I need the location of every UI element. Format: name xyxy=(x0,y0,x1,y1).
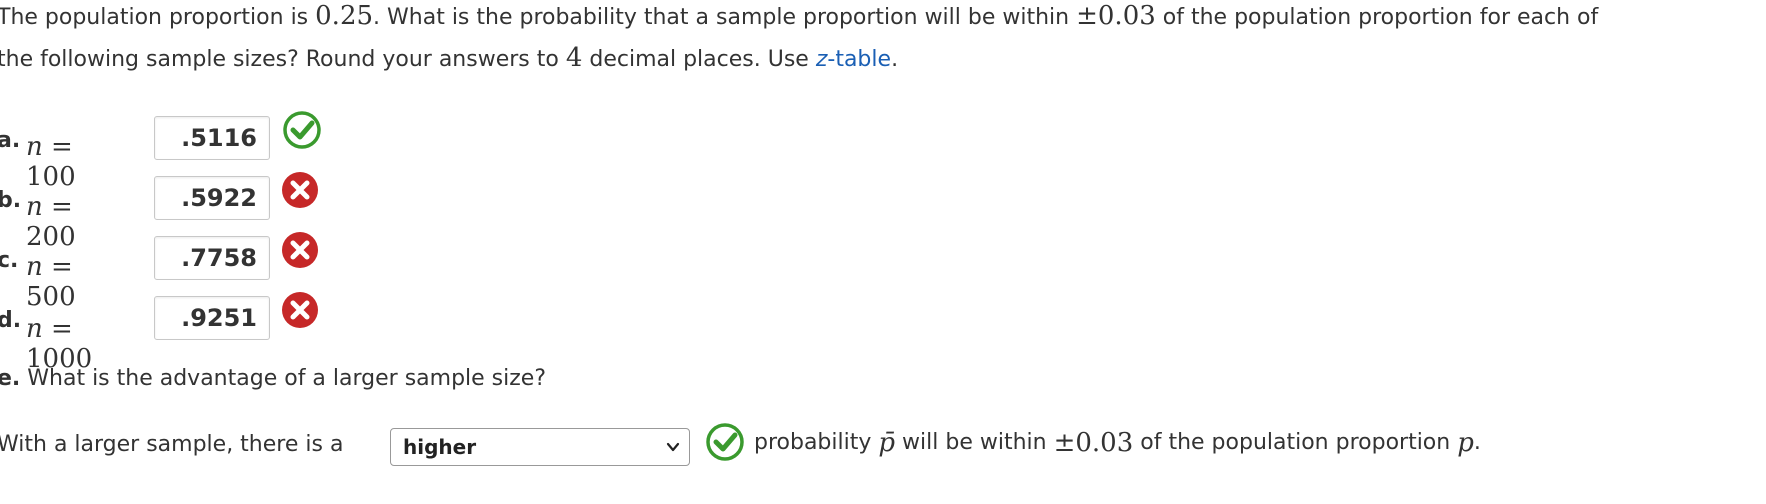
chevron-down-icon xyxy=(666,442,680,452)
sentence-text: With a larger sample, there is a xyxy=(0,432,344,457)
sample-size-equation: n = 100 xyxy=(26,132,76,192)
margin-value: ±0.03 xyxy=(1076,1,1156,31)
question-text: . xyxy=(891,47,899,72)
sample-size-equation: n = 500 xyxy=(26,252,76,312)
decimal-places-value: 4 xyxy=(565,43,583,73)
sample-size-equation: n = 1000 xyxy=(26,314,93,374)
question-text: decimal places. Use xyxy=(582,47,816,72)
part-label: b. xyxy=(0,188,22,213)
question-line-2: the following sample sizes? Round your a… xyxy=(0,44,898,74)
answer-input[interactable]: .7758 xyxy=(154,236,270,280)
part-e-question: e. What is the advantage of a larger sam… xyxy=(0,366,546,391)
x-circle-icon xyxy=(282,292,318,328)
population-proportion-value: 0.25 xyxy=(315,1,374,31)
z-table-link[interactable]: z-table xyxy=(816,47,891,72)
question-text: of the population proportion for each of xyxy=(1155,5,1599,30)
question-line-1: The population proportion is 0.25. What … xyxy=(0,2,1598,32)
answer-input[interactable]: .5116 xyxy=(154,116,270,160)
question-text: the following sample sizes? Round your a… xyxy=(0,47,566,72)
check-circle-icon xyxy=(283,111,321,149)
sample-size-equation: n = 200 xyxy=(26,192,76,252)
x-circle-icon xyxy=(282,232,318,268)
question-text: What is the advantage of a larger sample… xyxy=(20,366,547,391)
question-text: The population proportion is xyxy=(0,5,316,30)
question-text: . What is the probability that a sample … xyxy=(373,5,1077,30)
x-circle-icon xyxy=(282,172,318,208)
part-label: a. xyxy=(0,128,21,153)
select-value: higher xyxy=(403,435,477,459)
part-label: e. xyxy=(0,366,21,391)
p-symbol: p xyxy=(1457,428,1474,458)
answer-input[interactable]: .9251 xyxy=(154,296,270,340)
answer-input[interactable]: .5922 xyxy=(154,176,270,220)
advantage-select[interactable]: higher xyxy=(390,428,690,466)
margin-value: ±0.03 xyxy=(1053,428,1134,458)
p-bar-symbol: p̄ xyxy=(878,428,896,458)
sentence-continuation: probability p̄ will be within ±0.03 of t… xyxy=(754,428,1481,458)
check-circle-icon xyxy=(706,423,744,461)
part-label: d. xyxy=(0,308,22,333)
part-label: c. xyxy=(0,248,19,273)
